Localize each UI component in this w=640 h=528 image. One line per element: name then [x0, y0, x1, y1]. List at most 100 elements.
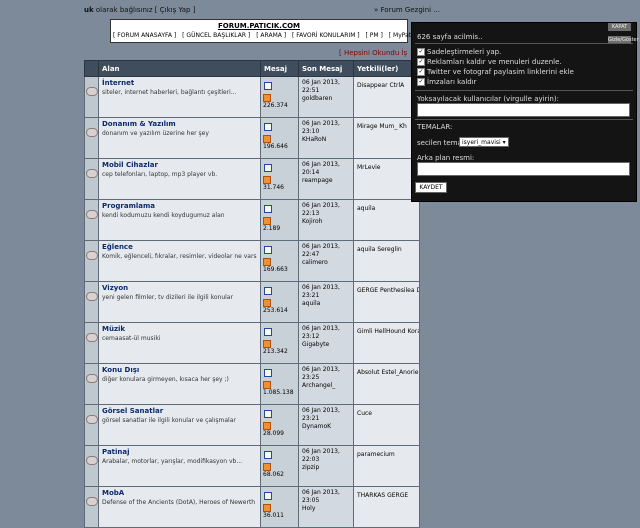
feed-icon[interactable] [263, 504, 271, 512]
feed-icon[interactable] [263, 217, 271, 225]
last-post-time[interactable]: 22:47 [302, 251, 350, 259]
last-post-user[interactable]: aquila [302, 300, 350, 308]
moderators[interactable]: THARKAS GERGE [357, 492, 408, 499]
moderators[interactable]: aquila Sereglin [357, 246, 402, 253]
forum-name-link[interactable]: Görsel Sanatlar [102, 407, 257, 415]
feed-icon[interactable] [263, 135, 271, 143]
rss-icon[interactable] [264, 410, 272, 418]
last-post-time[interactable]: 20:14 [302, 169, 350, 177]
option-remove-ads[interactable]: ✓ Reklamları kaldır ve menuleri duzenle. [417, 58, 562, 66]
last-post-user[interactable]: reampage [302, 177, 350, 185]
forum-name-link[interactable]: Konu Dışı [102, 366, 257, 374]
rss-icon[interactable] [264, 328, 272, 336]
forum-cell: Müzik cemaasat-ül musiki [98, 322, 261, 364]
last-post-user[interactable]: calimero [302, 259, 350, 267]
last-post-time[interactable]: 23:25 [302, 374, 350, 382]
option-remove-ads-checkbox[interactable]: ✓ [417, 58, 425, 66]
forum-name-link[interactable]: Müzik [102, 325, 257, 333]
moderators[interactable]: Mirage Mum_ Kh [357, 123, 407, 130]
last-post-time[interactable]: 22:51 [302, 87, 350, 95]
bg-image-input[interactable] [417, 162, 630, 176]
moderators[interactable]: Absolut Estel_Anorien dasaaa [357, 369, 419, 376]
moderators[interactable]: aquila [357, 205, 375, 212]
moderators[interactable]: Cuce [357, 410, 372, 417]
option-simplify[interactable]: ✓ Sadeleştirmeleri yap. [417, 48, 501, 56]
rss-icon[interactable] [264, 287, 272, 295]
site-title[interactable]: FORUM.PATICIK.COM [111, 22, 407, 30]
username[interactable]: uk [84, 6, 94, 14]
breadcrumb[interactable]: » Forum Gezgini ... [374, 6, 440, 14]
moderators[interactable]: MrLevie [357, 164, 380, 171]
forum-name-link[interactable]: Programlama [102, 202, 257, 210]
forum-name-link[interactable]: Mobil Cihazlar [102, 161, 257, 169]
rss-icon[interactable] [264, 246, 272, 254]
feed-icon[interactable] [263, 299, 271, 307]
feed-icon[interactable] [263, 176, 271, 184]
last-post-time[interactable]: 23:21 [302, 415, 350, 423]
last-post-user[interactable]: KHaRoN [302, 136, 350, 144]
ignored-users-input[interactable] [417, 103, 630, 117]
feed-icon[interactable] [263, 381, 271, 389]
last-post-user[interactable]: zipzip [302, 464, 350, 472]
last-post-time[interactable]: 22:13 [302, 210, 350, 218]
forum-name-link[interactable]: Donanım & Yazılım [102, 120, 257, 128]
nav-home[interactable]: [ FORUM ANASAYFA ] [113, 32, 176, 39]
feed-icon[interactable] [263, 340, 271, 348]
moderators[interactable]: Disappear CtrlA [357, 82, 404, 89]
feed-icon[interactable] [263, 94, 271, 102]
option-simplify-checkbox[interactable]: ✓ [417, 48, 425, 56]
last-post-cell: 06 Jan 2013, 22:51 goldbaren [298, 76, 354, 118]
forum-cell: MobA Defense of the Ancients (DotA), Hero… [98, 486, 261, 528]
option-twitter-checkbox[interactable]: ✓ [417, 68, 425, 76]
rss-icon[interactable] [264, 369, 272, 377]
mark-all-read-link[interactable]: [ Hepsini Okundu İş [339, 49, 407, 57]
last-post-time[interactable]: 23:05 [302, 497, 350, 505]
rss-icon[interactable] [264, 164, 272, 172]
feed-icon[interactable] [263, 422, 271, 430]
divider [415, 119, 633, 120]
nav-favorites[interactable]: [ FAVORİ KONULARIM ] [292, 32, 360, 39]
logout-link[interactable]: [ Çıkış Yap ] [155, 6, 196, 14]
theme-select[interactable]: isyeri_mavisi ▾ [459, 137, 509, 147]
last-post-user[interactable]: DynamoK [302, 423, 350, 431]
last-post-time[interactable]: 23:12 [302, 333, 350, 341]
nav-recent[interactable]: [ GÜNCEL BAŞLIKLAR ] [182, 32, 250, 39]
last-post-user[interactable]: Archangel_ [302, 382, 350, 390]
rss-icon[interactable] [264, 492, 272, 500]
feed-icon[interactable] [263, 258, 271, 266]
feed-icon[interactable] [263, 463, 271, 471]
rss-icon[interactable] [264, 205, 272, 213]
last-post-date: 06 Jan 2013, [302, 448, 340, 455]
last-post-user[interactable]: Kojiroh [302, 218, 350, 226]
message-count-cell: 196.646 [260, 117, 299, 159]
save-button[interactable]: KAYDET [415, 182, 447, 193]
forum-name-link[interactable]: Eğlence [102, 243, 257, 251]
rss-icon[interactable] [264, 451, 272, 459]
table-row: Müzik cemaasat-ül musiki 213.342 06 Jan 201… [84, 322, 420, 364]
forum-name-link[interactable]: MobA [102, 489, 257, 497]
forum-name-link[interactable]: İnternet [102, 79, 257, 87]
forum-name-link[interactable]: Vizyon [102, 284, 257, 292]
table-row: Mobil Cihazlar cep telefonları, laptop, m… [84, 158, 420, 200]
forum-name-link[interactable]: Patinaj [102, 448, 257, 456]
option-twitter[interactable]: ✓ Twitter ve fotograf paylasim linklerin… [417, 68, 574, 76]
rss-icon[interactable] [264, 82, 272, 90]
last-post-time[interactable]: 23:21 [302, 292, 350, 300]
option-signatures-checkbox[interactable]: ✓ [417, 78, 425, 86]
rss-icon[interactable] [264, 123, 272, 131]
table-row: Eğlence Komik, eğlenceli, fıkralar, resim… [84, 240, 420, 282]
moderators[interactable]: paramecium [357, 451, 395, 458]
forum-status-icon [86, 456, 98, 465]
moderators[interactable]: GERGE Penthesilea DarKRidaR [357, 287, 419, 294]
nav-pm[interactable]: [ PM ] [366, 32, 383, 39]
last-post-user[interactable]: Gigabyte [302, 341, 350, 349]
last-post-user[interactable]: Holy [302, 505, 350, 513]
close-button[interactable]: KAPAT [608, 23, 631, 31]
message-count-cell: 1.085.138 [260, 363, 299, 405]
option-signatures[interactable]: ✓ İmzaları kaldır [417, 78, 477, 86]
last-post-time[interactable]: 22:03 [302, 456, 350, 464]
last-post-time[interactable]: 23:10 [302, 128, 350, 136]
moderators[interactable]: Gimli HellHound Koray [357, 328, 419, 335]
last-post-user[interactable]: goldbaren [302, 95, 350, 103]
nav-search[interactable]: [ ARAMA ] [256, 32, 286, 39]
